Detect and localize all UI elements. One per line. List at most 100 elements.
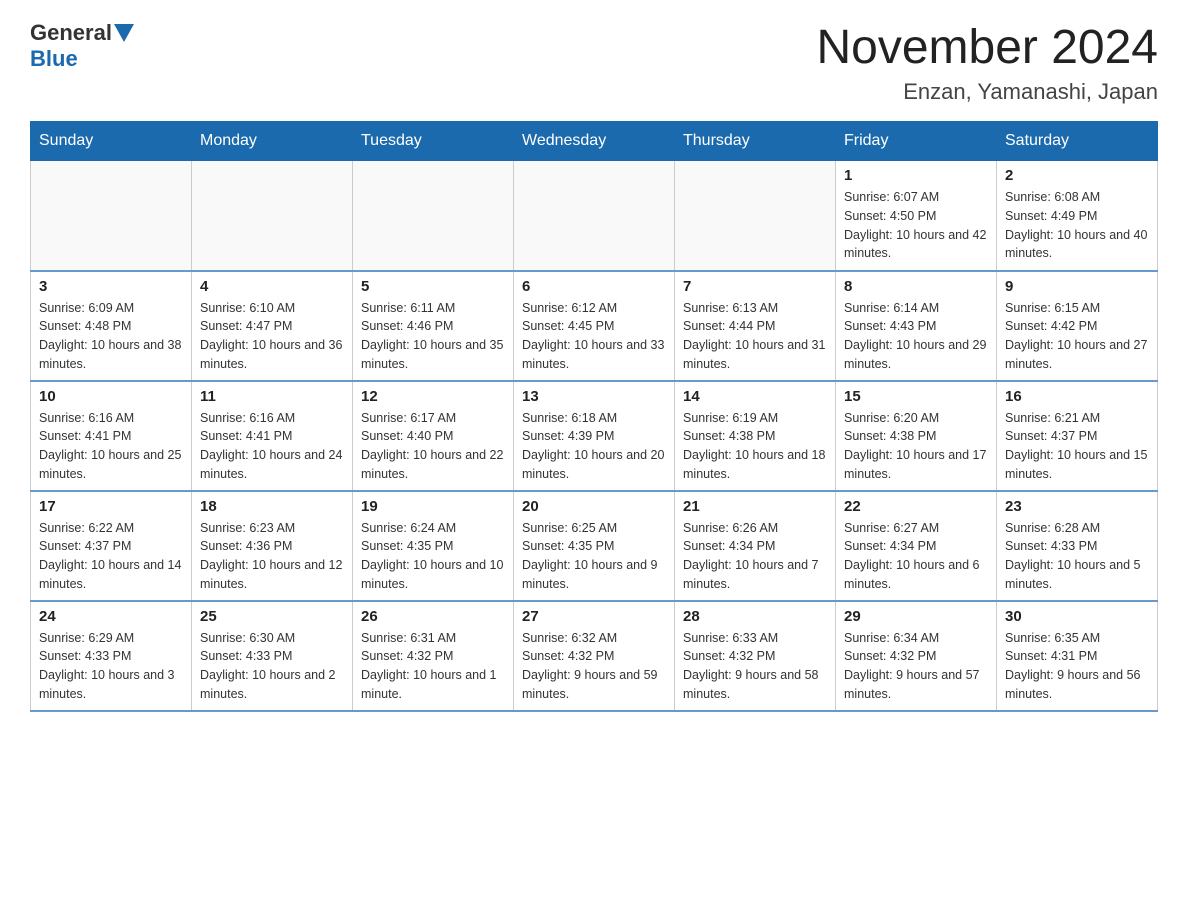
day-info: Sunrise: 6:34 AMSunset: 4:32 PMDaylight:…	[844, 629, 988, 704]
day-info: Sunrise: 6:10 AMSunset: 4:47 PMDaylight:…	[200, 299, 344, 374]
calendar-cell: 12 Sunrise: 6:17 AMSunset: 4:40 PMDayligh…	[353, 381, 514, 491]
day-number: 14	[683, 388, 827, 405]
day-number: 11	[200, 388, 344, 405]
weekday-header-monday: Monday	[192, 122, 353, 161]
day-info: Sunrise: 6:12 AMSunset: 4:45 PMDaylight:…	[522, 299, 666, 374]
day-number: 1	[844, 167, 988, 184]
day-number: 21	[683, 498, 827, 515]
day-number: 10	[39, 388, 183, 405]
logo-triangle-icon	[114, 24, 134, 42]
day-number: 7	[683, 278, 827, 295]
calendar-cell: 17 Sunrise: 6:22 AMSunset: 4:37 PMDayligh…	[31, 491, 192, 601]
calendar-week-2: 10 Sunrise: 6:16 AMSunset: 4:41 PMDayligh…	[31, 381, 1158, 491]
calendar-cell: 20 Sunrise: 6:25 AMSunset: 4:35 PMDayligh…	[514, 491, 675, 601]
calendar-week-1: 3 Sunrise: 6:09 AMSunset: 4:48 PMDaylight…	[31, 271, 1158, 381]
calendar-cell: 21 Sunrise: 6:26 AMSunset: 4:34 PMDayligh…	[675, 491, 836, 601]
day-info: Sunrise: 6:20 AMSunset: 4:38 PMDaylight:…	[844, 409, 988, 484]
calendar-cell	[353, 161, 514, 271]
day-number: 12	[361, 388, 505, 405]
calendar-cell	[675, 161, 836, 271]
day-number: 17	[39, 498, 183, 515]
calendar-cell: 7 Sunrise: 6:13 AMSunset: 4:44 PMDaylight…	[675, 271, 836, 381]
day-info: Sunrise: 6:33 AMSunset: 4:32 PMDaylight:…	[683, 629, 827, 704]
day-info: Sunrise: 6:22 AMSunset: 4:37 PMDaylight:…	[39, 519, 183, 594]
day-number: 20	[522, 498, 666, 515]
day-number: 16	[1005, 388, 1149, 405]
logo: General Blue	[30, 20, 136, 72]
day-number: 8	[844, 278, 988, 295]
calendar-cell	[514, 161, 675, 271]
day-number: 18	[200, 498, 344, 515]
day-number: 26	[361, 608, 505, 625]
calendar-header: SundayMondayTuesdayWednesdayThursdayFrid…	[31, 122, 1158, 161]
page-header: General Blue November 2024 Enzan, Yamana…	[30, 20, 1158, 105]
calendar-cell: 10 Sunrise: 6:16 AMSunset: 4:41 PMDayligh…	[31, 381, 192, 491]
calendar-week-3: 17 Sunrise: 6:22 AMSunset: 4:37 PMDayligh…	[31, 491, 1158, 601]
calendar-cell: 26Sunrise: 6:31 AMSunset: 4:32 PMDayligh…	[353, 601, 514, 711]
calendar-cell: 4 Sunrise: 6:10 AMSunset: 4:47 PMDaylight…	[192, 271, 353, 381]
day-number: 13	[522, 388, 666, 405]
calendar-cell	[192, 161, 353, 271]
day-info: Sunrise: 6:08 AMSunset: 4:49 PMDaylight:…	[1005, 188, 1149, 263]
day-number: 27	[522, 608, 666, 625]
day-info: Sunrise: 6:11 AMSunset: 4:46 PMDaylight:…	[361, 299, 505, 374]
day-number: 19	[361, 498, 505, 515]
day-number: 5	[361, 278, 505, 295]
day-info: Sunrise: 6:15 AMSunset: 4:42 PMDaylight:…	[1005, 299, 1149, 374]
day-info: Sunrise: 6:07 AMSunset: 4:50 PMDaylight:…	[844, 188, 988, 263]
calendar-cell: 29 Sunrise: 6:34 AMSunset: 4:32 PMDayligh…	[836, 601, 997, 711]
day-info: Sunrise: 6:17 AMSunset: 4:40 PMDaylight:…	[361, 409, 505, 484]
day-number: 2	[1005, 167, 1149, 184]
calendar-cell: 16 Sunrise: 6:21 AMSunset: 4:37 PMDayligh…	[997, 381, 1158, 491]
weekday-header-saturday: Saturday	[997, 122, 1158, 161]
calendar-cell: 19 Sunrise: 6:24 AMSunset: 4:35 PMDayligh…	[353, 491, 514, 601]
day-info: Sunrise: 6:35 AMSunset: 4:31 PMDaylight:…	[1005, 629, 1149, 704]
day-info: Sunrise: 6:25 AMSunset: 4:35 PMDaylight:…	[522, 519, 666, 594]
logo-general-text: General	[30, 20, 112, 46]
day-number: 28	[683, 608, 827, 625]
calendar-cell: 24Sunrise: 6:29 AMSunset: 4:33 PMDayligh…	[31, 601, 192, 711]
calendar-week-4: 24Sunrise: 6:29 AMSunset: 4:33 PMDayligh…	[31, 601, 1158, 711]
day-info: Sunrise: 6:26 AMSunset: 4:34 PMDaylight:…	[683, 519, 827, 594]
day-number: 3	[39, 278, 183, 295]
day-number: 29	[844, 608, 988, 625]
day-number: 24	[39, 608, 183, 625]
day-number: 25	[200, 608, 344, 625]
weekday-header-friday: Friday	[836, 122, 997, 161]
calendar-cell: 22 Sunrise: 6:27 AMSunset: 4:34 PMDayligh…	[836, 491, 997, 601]
day-info: Sunrise: 6:14 AMSunset: 4:43 PMDaylight:…	[844, 299, 988, 374]
day-info: Sunrise: 6:09 AMSunset: 4:48 PMDaylight:…	[39, 299, 183, 374]
calendar-cell: 27 Sunrise: 6:32 AMSunset: 4:32 PMDayligh…	[514, 601, 675, 711]
calendar-cell: 11 Sunrise: 6:16 AMSunset: 4:41 PMDayligh…	[192, 381, 353, 491]
weekday-header-sunday: Sunday	[31, 122, 192, 161]
day-info: Sunrise: 6:16 AMSunset: 4:41 PMDaylight:…	[200, 409, 344, 484]
calendar-body: 1 Sunrise: 6:07 AMSunset: 4:50 PMDaylight…	[31, 161, 1158, 711]
day-info: Sunrise: 6:27 AMSunset: 4:34 PMDaylight:…	[844, 519, 988, 594]
calendar-cell: 9 Sunrise: 6:15 AMSunset: 4:42 PMDaylight…	[997, 271, 1158, 381]
calendar-cell: 8 Sunrise: 6:14 AMSunset: 4:43 PMDaylight…	[836, 271, 997, 381]
day-info: Sunrise: 6:32 AMSunset: 4:32 PMDaylight:…	[522, 629, 666, 704]
calendar-cell: 23 Sunrise: 6:28 AMSunset: 4:33 PMDayligh…	[997, 491, 1158, 601]
title-area: November 2024 Enzan, Yamanashi, Japan	[816, 20, 1158, 105]
day-info: Sunrise: 6:16 AMSunset: 4:41 PMDaylight:…	[39, 409, 183, 484]
logo-blue-text: Blue	[30, 46, 78, 71]
calendar-cell: 2 Sunrise: 6:08 AMSunset: 4:49 PMDaylight…	[997, 161, 1158, 271]
day-info: Sunrise: 6:28 AMSunset: 4:33 PMDaylight:…	[1005, 519, 1149, 594]
calendar-cell: 18Sunrise: 6:23 AMSunset: 4:36 PMDayligh…	[192, 491, 353, 601]
calendar-cell: 28 Sunrise: 6:33 AMSunset: 4:32 PMDayligh…	[675, 601, 836, 711]
day-info: Sunrise: 6:18 AMSunset: 4:39 PMDaylight:…	[522, 409, 666, 484]
weekday-header-row: SundayMondayTuesdayWednesdayThursdayFrid…	[31, 122, 1158, 161]
calendar-cell	[31, 161, 192, 271]
calendar-week-0: 1 Sunrise: 6:07 AMSunset: 4:50 PMDaylight…	[31, 161, 1158, 271]
day-number: 9	[1005, 278, 1149, 295]
calendar-table: SundayMondayTuesdayWednesdayThursdayFrid…	[30, 121, 1158, 712]
day-info: Sunrise: 6:24 AMSunset: 4:35 PMDaylight:…	[361, 519, 505, 594]
day-number: 4	[200, 278, 344, 295]
day-info: Sunrise: 6:13 AMSunset: 4:44 PMDaylight:…	[683, 299, 827, 374]
day-number: 23	[1005, 498, 1149, 515]
calendar-cell: 1 Sunrise: 6:07 AMSunset: 4:50 PMDaylight…	[836, 161, 997, 271]
day-number: 22	[844, 498, 988, 515]
location: Enzan, Yamanashi, Japan	[816, 79, 1158, 105]
weekday-header-tuesday: Tuesday	[353, 122, 514, 161]
day-info: Sunrise: 6:21 AMSunset: 4:37 PMDaylight:…	[1005, 409, 1149, 484]
